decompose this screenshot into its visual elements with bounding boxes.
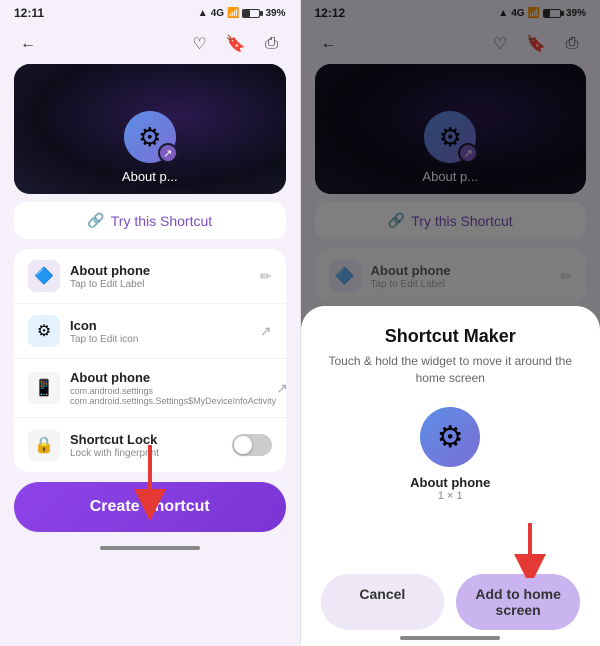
activity-title: About phone <box>70 370 276 385</box>
lock-icon: 🔒 <box>28 429 60 461</box>
shortcut-maker-modal: Shortcut Maker Touch & hold the widget t… <box>301 306 600 646</box>
battery-text: 39% <box>265 8 285 19</box>
wifi-icon: 📶 <box>227 8 239 19</box>
label-title: About phone <box>70 263 260 278</box>
create-shortcut-label: Create Shortcut <box>90 498 210 515</box>
left-app-name: About p... <box>122 169 178 184</box>
modal-app-size: 1 × 1 <box>438 490 463 502</box>
left-time: 12:11 <box>14 6 44 20</box>
left-share-button[interactable]: ⎙ <box>258 30 286 58</box>
icon-row-icon: ⚙ <box>28 315 60 347</box>
left-status-bar: 12:11 ▲ 4G 📶 39% <box>0 0 300 24</box>
right-phone-panel: 12:12 ▲ 4G 📶 39% ← ♡ 🔖 ⎙ ⚙ ↗ About p... … <box>301 0 600 646</box>
modal-buttons: Cancel Add to home screen <box>321 574 581 630</box>
left-status-icons: ▲ 4G 📶 39% <box>198 8 286 19</box>
label-edit-icon[interactable]: ✏ <box>260 268 272 285</box>
right-home-indicator <box>301 630 600 646</box>
left-settings-list: 🔷 About phone Tap to Edit Label ✏ ⚙ Icon… <box>14 249 286 472</box>
left-top-nav: ← ♡ 🔖 ⎙ <box>0 24 300 64</box>
modal-app-icon-emoji: ⚙ <box>437 420 464 455</box>
modal-cancel-button[interactable]: Cancel <box>321 574 445 630</box>
label-text: About phone Tap to Edit Label <box>70 263 260 290</box>
settings-item-activity[interactable]: 📱 About phone com.android.settingscom.an… <box>14 359 286 418</box>
left-home-bar <box>100 546 200 550</box>
settings-item-icon-row[interactable]: ⚙ Icon Tap to Edit icon ↗ <box>14 304 286 359</box>
left-app-icon-wrap: ⚙ ↗ <box>124 111 176 163</box>
left-back-button[interactable]: ← <box>14 30 42 58</box>
left-bookmark-button[interactable]: 🔖 <box>222 30 250 58</box>
modal-title: Shortcut Maker <box>321 326 581 347</box>
label-subtitle: Tap to Edit Label <box>70 279 260 290</box>
lock-title: Shortcut Lock <box>70 432 232 447</box>
modal-add-button[interactable]: Add to home screen <box>456 574 580 630</box>
modal-app-icon-section: ⚙ About phone 1 × 1 <box>321 407 581 502</box>
battery-icon <box>242 9 260 18</box>
activity-icon: 📱 <box>28 372 60 404</box>
left-try-shortcut-button[interactable]: 🔗 Try this Shortcut <box>14 202 286 239</box>
icon-row-title: Icon <box>70 318 260 333</box>
left-heart-button[interactable]: ♡ <box>186 30 214 58</box>
modal-app-name: About phone <box>410 475 490 490</box>
modal-arrow-container <box>321 518 581 558</box>
right-red-arrow <box>500 518 560 578</box>
try-shortcut-icon: 🔗 <box>87 212 104 229</box>
right-home-bar <box>400 636 500 640</box>
settings-item-lock[interactable]: 🔒 Shortcut Lock Lock with fingerprint <box>14 418 286 472</box>
try-shortcut-label: Try this Shortcut <box>111 213 212 229</box>
signal-icon: ▲ <box>198 8 208 19</box>
activity-text: About phone com.android.settingscom.andr… <box>70 370 276 406</box>
create-shortcut-button[interactable]: Create Shortcut <box>14 482 286 532</box>
icon-row-text: Icon Tap to Edit icon <box>70 318 260 345</box>
lock-text: Shortcut Lock Lock with fingerprint <box>70 432 232 459</box>
activity-subtitle: com.android.settingscom.android.settings… <box>70 386 276 406</box>
left-app-badge: ↗ <box>158 143 178 163</box>
modal-app-circle: ⚙ <box>420 407 480 467</box>
left-app-preview: ⚙ ↗ About p... <box>14 64 286 194</box>
left-phone-panel: 12:11 ▲ 4G 📶 39% ← ♡ 🔖 ⎙ ⚙ ↗ About p... … <box>0 0 300 646</box>
activity-action[interactable]: ↗ <box>276 380 285 397</box>
left-nav-right: ♡ 🔖 ⎙ <box>186 30 286 58</box>
add-label: Add to home screen <box>475 586 561 618</box>
lock-toggle[interactable] <box>232 434 272 456</box>
label-icon: 🔷 <box>28 260 60 292</box>
left-home-indicator <box>0 540 300 556</box>
lock-subtitle: Lock with fingerprint <box>70 448 232 459</box>
cancel-label: Cancel <box>359 586 405 602</box>
icon-row-subtitle: Tap to Edit icon <box>70 334 260 345</box>
modal-subtitle: Touch & hold the widget to move it aroun… <box>321 353 581 387</box>
settings-item-label[interactable]: 🔷 About phone Tap to Edit Label ✏ <box>14 249 286 304</box>
icon-row-action[interactable]: ↗ <box>260 323 272 340</box>
signal-text: 4G <box>211 8 224 19</box>
